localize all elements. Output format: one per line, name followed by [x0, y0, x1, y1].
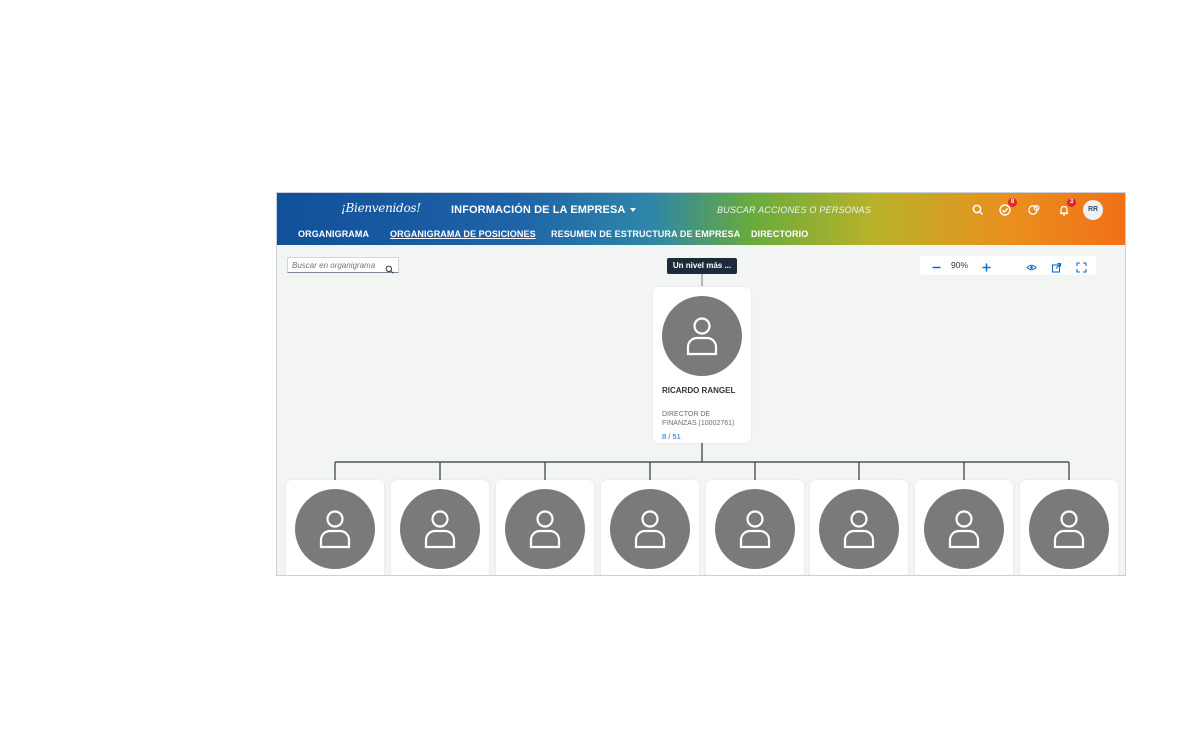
report-card[interactable]	[601, 480, 699, 575]
manager-name: RICARDO RANGEL	[662, 386, 736, 395]
avatar	[505, 489, 585, 569]
person-icon	[634, 510, 666, 549]
report-card[interactable]	[706, 480, 804, 575]
person-icon	[424, 510, 456, 549]
report-card[interactable]	[810, 480, 908, 575]
avatar	[400, 489, 480, 569]
person-icon	[319, 510, 351, 549]
avatar	[715, 489, 795, 569]
report-card[interactable]	[915, 480, 1013, 575]
avatar	[1029, 489, 1109, 569]
person-icon	[1053, 510, 1085, 549]
direct-reports-count[interactable]: 8 / 51	[662, 432, 681, 441]
person-icon	[529, 510, 561, 549]
app-window: ¡Bienvenidos! INFORMACIÓN DE LA EMPRESA …	[276, 192, 1126, 576]
report-card[interactable]	[286, 480, 384, 575]
person-icon	[686, 317, 718, 356]
report-card[interactable]	[1020, 480, 1118, 575]
manager-card[interactable]: RICARDO RANGEL DIRECTOR DE FINANZAS (100…	[653, 287, 751, 443]
avatar	[610, 489, 690, 569]
person-icon	[948, 510, 980, 549]
report-card[interactable]	[391, 480, 489, 575]
avatar	[662, 296, 742, 376]
manager-title: DIRECTOR DE FINANZAS (10002761)	[662, 411, 735, 427]
report-card[interactable]	[496, 480, 594, 575]
person-icon	[739, 510, 771, 549]
person-icon	[843, 510, 875, 549]
avatar	[924, 489, 1004, 569]
avatar	[295, 489, 375, 569]
avatar	[819, 489, 899, 569]
